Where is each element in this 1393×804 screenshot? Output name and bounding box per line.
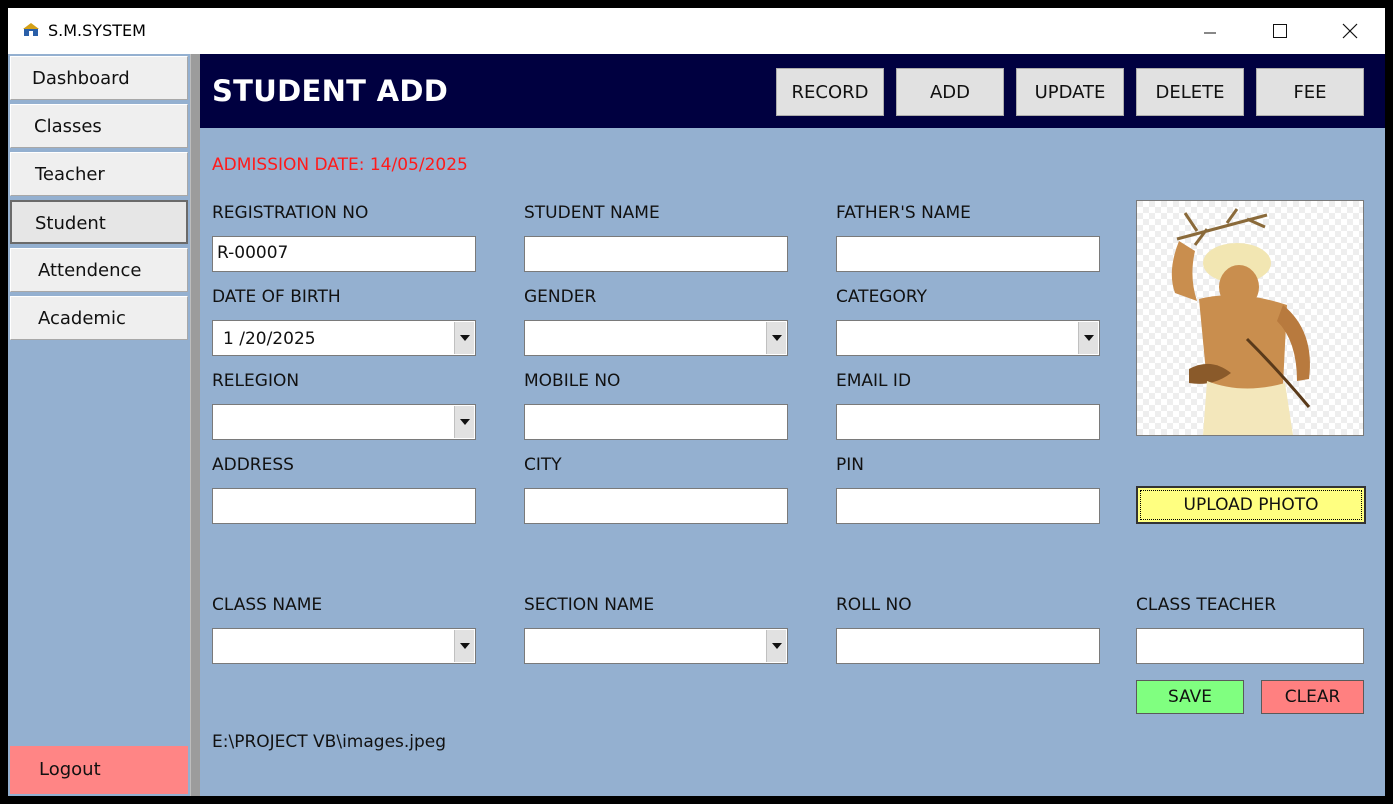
fee-button[interactable]: FEE (1256, 68, 1364, 116)
sidebar-item-dashboard[interactable]: Dashboard (10, 56, 188, 100)
student-name-label: STUDENT NAME (524, 203, 660, 223)
add-button[interactable]: ADD (896, 68, 1004, 116)
sidebar-item-label: Student (35, 213, 106, 234)
city-label: CITY (524, 455, 562, 475)
sidebar-splitter[interactable] (190, 54, 200, 796)
maximize-button[interactable] (1245, 8, 1315, 54)
fathers-name-field[interactable] (836, 236, 1100, 272)
email-id-field[interactable] (836, 404, 1100, 440)
sidebar-item-student[interactable]: Student (10, 200, 188, 244)
chevron-down-icon[interactable] (454, 406, 474, 438)
sidebar-item-label: Academic (38, 308, 126, 329)
sidebar-item-teacher[interactable]: Teacher (10, 152, 188, 196)
registration-no-field[interactable]: R-00007 (212, 236, 476, 272)
admission-date: ADMISSION DATE: 14/05/2025 (212, 155, 468, 175)
relegion-label: RELEGION (212, 371, 300, 391)
sidebar: Dashboard Classes Teacher Student Attend… (8, 54, 190, 796)
student-name-field[interactable] (524, 236, 788, 272)
mobile-no-field[interactable] (524, 404, 788, 440)
address-label: ADDRESS (212, 455, 294, 475)
sidebar-item-label: Classes (34, 116, 102, 137)
section-name-label: SECTION NAME (524, 595, 655, 615)
app-window: S.M.SYSTEM Dashboard Classes Teacher Stu… (8, 8, 1385, 796)
clear-button[interactable]: CLEAR (1261, 680, 1364, 714)
save-button[interactable]: SAVE (1136, 680, 1244, 714)
minimize-icon (1204, 32, 1216, 34)
address-field[interactable] (212, 488, 476, 524)
upload-photo-button[interactable]: UPLOAD PHOTO (1136, 486, 1366, 524)
fathers-name-label: FATHER'S NAME (836, 203, 971, 223)
sidebar-item-label: Attendence (38, 260, 142, 281)
mobile-no-label: MOBILE NO (524, 371, 621, 391)
page-title: STUDENT ADD (212, 74, 449, 108)
sidebar-item-label: Dashboard (32, 68, 130, 89)
roll-no-field[interactable] (836, 628, 1100, 664)
close-icon (1342, 23, 1358, 39)
date-of-birth-value: 1 /20/2025 (223, 329, 316, 349)
chevron-down-icon[interactable] (766, 322, 786, 354)
sidebar-item-academic[interactable]: Academic (10, 296, 188, 340)
window-title: S.M.SYSTEM (48, 21, 146, 40)
header-bar: STUDENT ADD RECORD ADD UPDATE DELETE FEE (200, 54, 1385, 128)
registration-no-label: REGISTRATION NO (212, 203, 369, 223)
minimize-button[interactable] (1175, 8, 1245, 54)
photo-path: E:\PROJECT VB\images.jpeg (212, 732, 447, 752)
app-icon (23, 23, 39, 36)
maximize-icon (1273, 24, 1287, 38)
logout-button[interactable]: Logout (10, 746, 188, 794)
class-teacher-label: CLASS TEACHER (1136, 595, 1277, 615)
date-of-birth-label: DATE OF BIRTH (212, 287, 341, 307)
class-teacher-field[interactable] (1136, 628, 1364, 664)
email-id-label: EMAIL ID (836, 371, 912, 391)
update-button[interactable]: UPDATE (1016, 68, 1124, 116)
date-of-birth-picker[interactable]: 1 /20/2025 (212, 320, 476, 356)
class-name-select[interactable] (212, 628, 476, 664)
gender-label: GENDER (524, 287, 597, 307)
title-bar: S.M.SYSTEM (8, 8, 1385, 54)
roll-no-label: ROLL NO (836, 595, 912, 615)
sidebar-item-classes[interactable]: Classes (10, 104, 188, 148)
close-button[interactable] (1315, 8, 1385, 54)
chevron-down-icon[interactable] (766, 630, 786, 662)
logout-label: Logout (39, 759, 101, 780)
section-name-select[interactable] (524, 628, 788, 664)
chevron-down-icon[interactable] (454, 322, 474, 354)
pin-label: PIN (836, 455, 864, 475)
chevron-down-icon[interactable] (454, 630, 474, 662)
student-photo (1136, 200, 1364, 436)
main-panel: STUDENT ADD RECORD ADD UPDATE DELETE FEE… (200, 54, 1385, 796)
delete-button[interactable]: DELETE (1136, 68, 1244, 116)
city-field[interactable] (524, 488, 788, 524)
record-button[interactable]: RECORD (776, 68, 884, 116)
gender-select[interactable] (524, 320, 788, 356)
category-label: CATEGORY (836, 287, 927, 307)
pin-field[interactable] (836, 488, 1100, 524)
student-photo-image (1137, 201, 1363, 435)
relegion-select[interactable] (212, 404, 476, 440)
sidebar-item-label: Teacher (35, 164, 105, 185)
chevron-down-icon[interactable] (1078, 322, 1098, 354)
category-select[interactable] (836, 320, 1100, 356)
sidebar-item-attendence[interactable]: Attendence (10, 248, 188, 292)
class-name-label: CLASS NAME (212, 595, 323, 615)
